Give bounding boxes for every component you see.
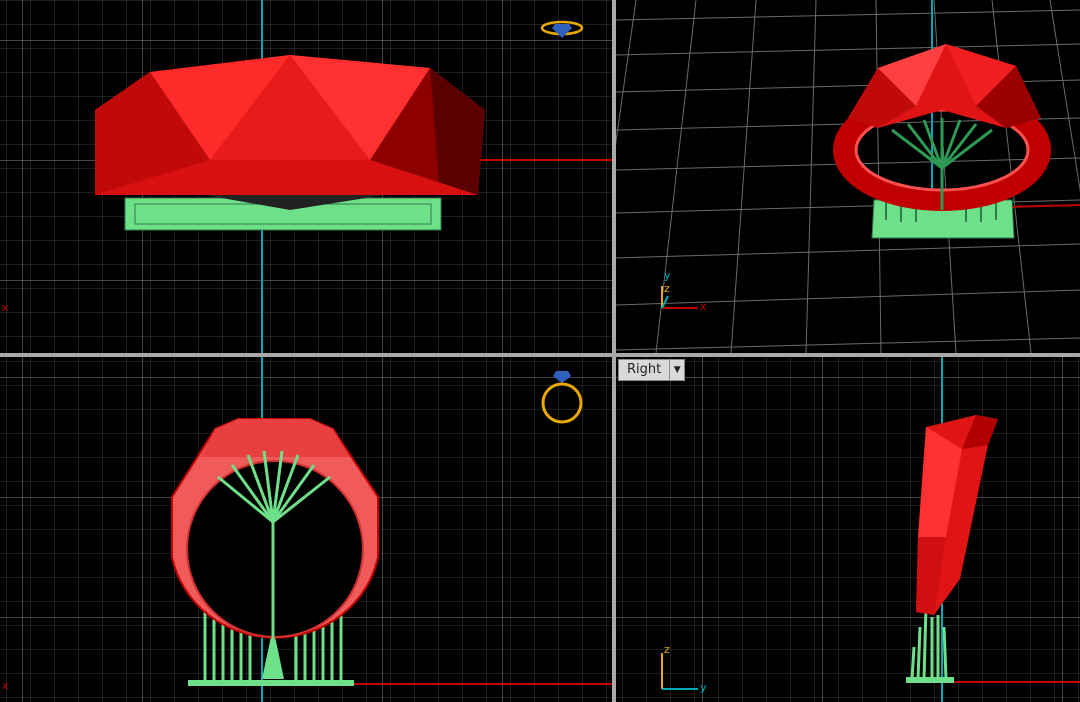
viewport-perspective-canvas xyxy=(616,0,1080,353)
viewport-top[interactable]: x xyxy=(0,0,612,353)
x-axis-label: x xyxy=(2,679,9,692)
z-axis-label: z xyxy=(664,282,670,295)
ring-top-view xyxy=(95,55,485,210)
y-axis-label: y xyxy=(664,269,671,282)
viewport-front-canvas xyxy=(0,357,612,702)
ring-front-view xyxy=(171,418,379,639)
viewport-perspective[interactable]: y z x xyxy=(616,0,1080,353)
x-axis-line xyxy=(1005,204,1080,208)
y-axis-label: y xyxy=(700,681,707,694)
viewport-title[interactable]: Right xyxy=(619,360,669,380)
z-axis-label: z xyxy=(664,643,670,656)
viewport-title-tab[interactable]: Right ▼ xyxy=(618,359,686,381)
support-base xyxy=(188,680,354,686)
x-axis-label: x xyxy=(700,300,707,313)
viewport-divider-horizontal[interactable] xyxy=(0,353,1080,357)
viewport-right-canvas xyxy=(616,357,1080,702)
viewport-right[interactable]: Right ▼ z y xyxy=(616,357,1080,702)
viewport-top-canvas xyxy=(0,0,612,353)
grid-major xyxy=(616,357,1080,702)
viewport-front[interactable]: x xyxy=(0,357,612,702)
chevron-down-icon[interactable]: ▼ xyxy=(669,360,684,380)
viewport-divider-vertical[interactable] xyxy=(612,0,616,702)
support-base xyxy=(906,677,954,683)
x-axis-label: x xyxy=(2,301,9,314)
